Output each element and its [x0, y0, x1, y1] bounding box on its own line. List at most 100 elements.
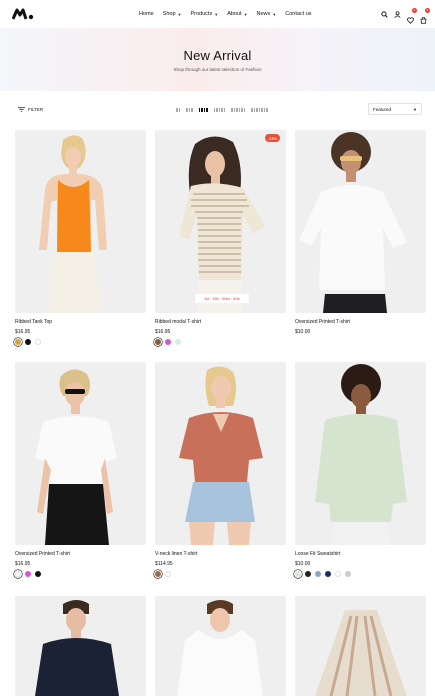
grid-6-columns-icon[interactable] — [231, 108, 245, 112]
product-card[interactable] — [155, 596, 286, 696]
nav-products[interactable]: Products ▼ — [191, 11, 219, 17]
product-card[interactable]: Oversized Printed T-shirt $10.00 — [295, 130, 426, 335]
product-name[interactable]: Oversized Printed T-shirt — [295, 319, 426, 325]
heart-icon — [407, 17, 414, 24]
color-swatch[interactable] — [155, 339, 161, 345]
product-name[interactable]: V-neck linen T-shirt — [155, 551, 286, 557]
color-swatches — [15, 339, 146, 345]
search-icon[interactable] — [381, 10, 388, 18]
product-card[interactable] — [295, 596, 426, 696]
product-name[interactable]: Ribbed modal T-shirt — [155, 319, 286, 325]
product-photo-tank-top — [15, 130, 146, 313]
product-price: $114.95 — [155, 561, 173, 567]
product-image[interactable] — [295, 362, 426, 545]
color-swatches — [155, 571, 286, 577]
product-price: $16.95 — [15, 561, 31, 567]
nav-about[interactable]: About ▼ — [227, 11, 247, 17]
product-name[interactable]: Loose Fit Sweatshirt — [295, 551, 426, 557]
product-price: $16.95 — [155, 329, 171, 335]
color-swatch[interactable] — [35, 571, 41, 577]
color-swatches — [295, 571, 426, 577]
product-photo-oversized-white-tshirt — [295, 130, 426, 313]
grid-3-columns-icon[interactable] — [186, 108, 193, 112]
product-image[interactable] — [15, 130, 146, 313]
catalog-toolbar: FILTER Featured ▼ — [0, 91, 435, 131]
chevron-down-icon: ▼ — [413, 106, 417, 112]
color-swatch[interactable] — [35, 339, 41, 345]
color-swatch[interactable] — [15, 339, 21, 345]
site-header: Home Shop ▼ Products ▼ About ▼ News ▼ Contac… — [0, 0, 435, 28]
nav-contact[interactable]: Contact us — [285, 11, 311, 17]
brand-logo[interactable] — [12, 8, 34, 20]
product-photo-navy-shirt — [15, 596, 146, 696]
chevron-down-icon: ▼ — [214, 11, 219, 17]
filter-button[interactable]: FILTER — [18, 107, 43, 112]
product-price: $16.95 — [15, 329, 31, 335]
chevron-down-icon: ▼ — [177, 11, 182, 17]
product-photo-vneck-linen-tshirt — [155, 362, 286, 545]
product-photo-oversized-printed-tshirt — [15, 362, 146, 545]
sort-select[interactable]: Featured ▼ — [368, 103, 422, 115]
nav-label: Contact us — [285, 11, 312, 17]
header-icons: 0 0 — [381, 0, 430, 28]
user-icon[interactable] — [394, 10, 401, 18]
product-card[interactable]: Oversized Printed T-shirt $16.95 — [15, 362, 146, 577]
color-swatch[interactable] — [325, 571, 331, 577]
color-swatch[interactable] — [335, 571, 341, 577]
product-image[interactable] — [155, 596, 286, 696]
color-swatch[interactable] — [315, 571, 321, 577]
product-price: $10.00 — [295, 561, 311, 567]
color-swatch[interactable] — [175, 339, 181, 345]
color-swatch[interactable] — [25, 339, 31, 345]
color-swatch[interactable] — [305, 571, 311, 577]
product-name[interactable]: Ribbed Tank Top — [15, 319, 146, 325]
product-card[interactable]: Loose Fit Sweatshirt $10.00 — [295, 362, 426, 577]
color-swatches — [155, 339, 286, 345]
product-image[interactable] — [295, 596, 426, 696]
product-image[interactable]: -33% 9d : 18h : 50m : 40s — [155, 130, 286, 313]
product-card[interactable] — [15, 596, 146, 696]
product-name[interactable]: Oversized Printed T-shirt — [15, 551, 146, 557]
nav-label: Products — [190, 11, 213, 17]
nav-label: About — [227, 11, 242, 17]
product-photo-striped-tshirt — [155, 130, 286, 313]
product-image[interactable] — [155, 362, 286, 545]
wishlist-count-badge: 0 — [412, 7, 417, 13]
product-card[interactable]: V-neck linen T-shirt $114.95 — [155, 362, 286, 577]
color-swatch[interactable] — [25, 571, 31, 577]
product-price: $10.00 — [295, 329, 311, 335]
product-photo-white-hoodie — [155, 596, 286, 696]
color-swatch[interactable] — [15, 571, 21, 577]
product-photo-loose-fit-sweatshirt — [295, 362, 426, 545]
color-swatch[interactable] — [295, 571, 301, 577]
grid-7-columns-icon[interactable] — [251, 108, 268, 112]
grid-2-columns-icon[interactable] — [176, 108, 180, 112]
product-image[interactable] — [15, 362, 146, 545]
cart-button[interactable]: 0 — [420, 7, 430, 24]
cart-icon — [420, 16, 427, 24]
filter-label: FILTER — [28, 107, 44, 112]
chevron-down-icon: ▼ — [272, 11, 277, 17]
grid-4-columns-icon[interactable] — [198, 108, 208, 112]
product-image[interactable] — [15, 596, 146, 696]
sort-value: Featured — [373, 106, 392, 112]
nav-news[interactable]: News ▼ — [257, 11, 277, 17]
product-card[interactable]: Ribbed Tank Top $16.95 — [15, 130, 146, 345]
page-subtitle: Shop through our latest selection of Fas… — [173, 66, 262, 72]
color-swatch[interactable] — [165, 339, 171, 345]
grid-5-columns-icon[interactable] — [213, 108, 225, 112]
sale-badge: -33% — [264, 134, 280, 142]
color-swatches — [15, 571, 146, 577]
nav-home[interactable]: Home — [139, 11, 154, 17]
nav-shop[interactable]: Shop ▼ — [163, 11, 182, 17]
page-title: New Arrival — [183, 47, 252, 63]
color-swatch[interactable] — [155, 571, 161, 577]
color-swatch[interactable] — [165, 571, 171, 577]
product-card[interactable]: -33% 9d : 18h : 50m : 40s Ribbed modal T… — [155, 130, 286, 345]
chevron-down-icon: ▼ — [243, 11, 248, 17]
countdown-timer: 9d : 18h : 50m : 40s — [195, 294, 249, 303]
wishlist-button[interactable]: 0 — [407, 7, 417, 24]
color-swatch[interactable] — [345, 571, 351, 577]
product-image[interactable] — [295, 130, 426, 313]
grid-layout-switcher — [176, 108, 268, 112]
